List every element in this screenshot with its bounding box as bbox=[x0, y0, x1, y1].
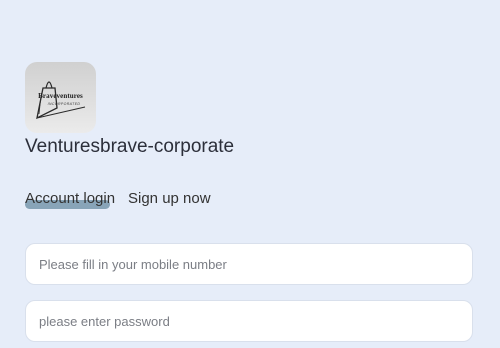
brand-logo: Braveventures INCORPORATED bbox=[25, 62, 96, 133]
logo-wordmark: Braveventures bbox=[38, 92, 83, 100]
tab-account-login[interactable]: Account login bbox=[25, 190, 115, 207]
logo-subtext: INCORPORATED bbox=[47, 102, 81, 106]
company-name: Venturesbrave-corporate bbox=[25, 136, 235, 157]
password-input[interactable] bbox=[25, 300, 473, 342]
tab-sign-up[interactable]: Sign up now bbox=[128, 190, 211, 207]
mobile-number-input[interactable] bbox=[25, 243, 473, 285]
